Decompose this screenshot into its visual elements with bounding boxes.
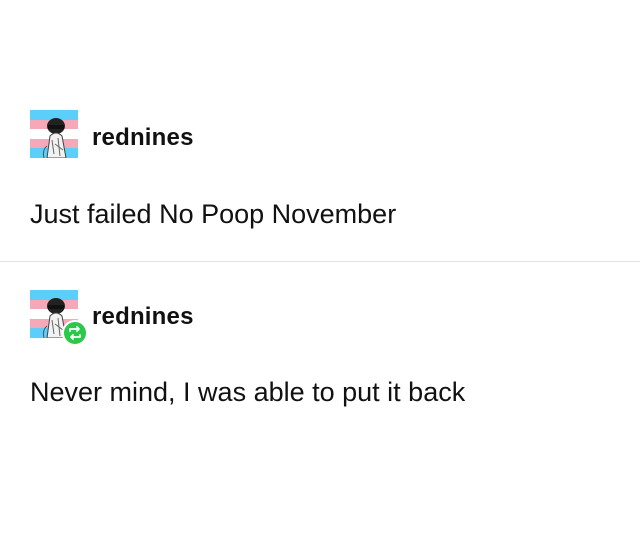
post-body-text: Never mind, I was able to put it back xyxy=(30,377,466,407)
post-username[interactable]: rednines xyxy=(92,303,194,331)
post-header: rednines xyxy=(0,110,640,166)
reblog-icon xyxy=(62,320,88,346)
trans-flag-avatar-icon[interactable] xyxy=(30,110,78,158)
post-thread: rednines Just failed No Poop November re… xyxy=(0,0,640,552)
post-divider xyxy=(0,261,640,262)
post-reblog: rednines Never mind, I was able to put i… xyxy=(0,290,640,407)
post-body-text: Just failed No Poop November xyxy=(30,199,397,229)
post-original: rednines Just failed No Poop November xyxy=(0,110,640,229)
post-header: rednines xyxy=(0,290,640,346)
post-username[interactable]: rednines xyxy=(92,124,194,152)
